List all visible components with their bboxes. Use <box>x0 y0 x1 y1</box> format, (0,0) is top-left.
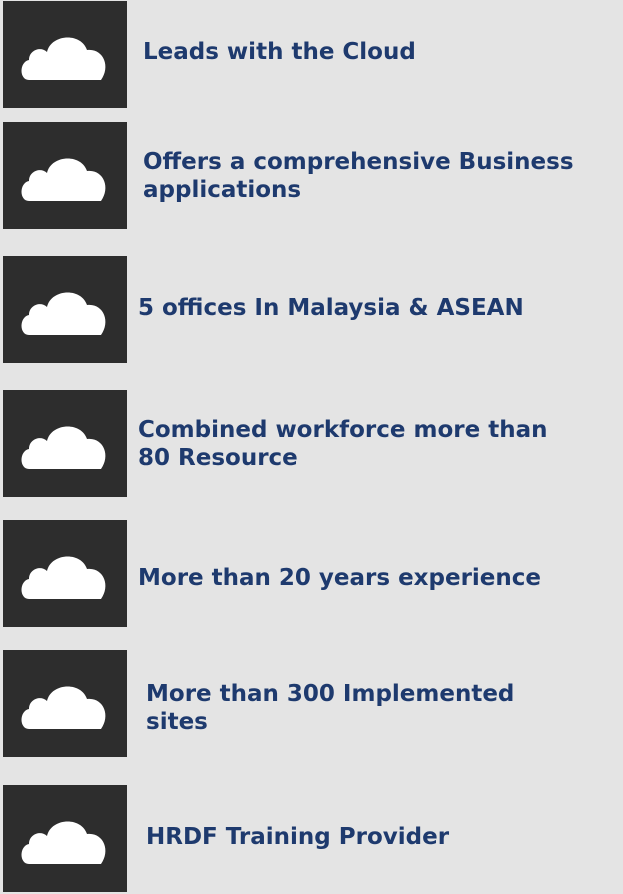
feature-label: HRDF Training Provider <box>146 823 449 851</box>
feature-item: More than 20 years experience <box>0 518 623 630</box>
feature-label: Combined workforce more than 80 Resource <box>138 416 548 472</box>
feature-label-line: 80 Resource <box>138 445 298 471</box>
icon-tile <box>3 122 127 229</box>
feature-label: More than 300 Implemented sites <box>146 680 514 736</box>
icon-tile <box>3 520 127 627</box>
feature-item: HRDF Training Provider <box>0 782 623 894</box>
feature-label-line: HRDF Training Provider <box>146 824 450 850</box>
feature-label-line: 5 offices In Malaysia & ASEAN <box>138 295 524 321</box>
feature-label-line: Leads with the Cloud <box>143 39 416 65</box>
feature-item: Combined workforce more than 80 Resource <box>0 388 623 500</box>
feature-item: 5 offices In Malaysia & ASEAN <box>0 254 623 366</box>
cloud-icon <box>21 821 106 864</box>
feature-label-line: More than 300 Implemented <box>146 681 515 707</box>
cloud-icon <box>21 292 106 335</box>
feature-label: More than 20 years experience <box>138 564 541 592</box>
feature-item: Offers a comprehensive Business applicat… <box>0 120 623 232</box>
feature-label-line: Offers a comprehensive Business <box>143 149 574 175</box>
feature-label-line: More than 20 years experience <box>138 565 542 591</box>
feature-item: Leads with the Cloud <box>0 0 623 110</box>
feature-label: Leads with the Cloud <box>143 38 416 66</box>
cloud-icon <box>21 426 106 469</box>
cloud-icon <box>21 686 106 729</box>
cloud-icon <box>21 37 106 80</box>
icon-tile <box>3 256 127 363</box>
feature-label-line: sites <box>146 709 208 735</box>
feature-list-page: { "items": [ {"icon": "cloud-icon", "lab… <box>0 0 623 894</box>
feature-label: 5 offices In Malaysia & ASEAN <box>138 294 524 322</box>
icon-tile <box>3 390 127 497</box>
feature-item: More than 300 Implemented sites <box>0 648 623 760</box>
cloud-icon <box>21 556 106 599</box>
icon-tile <box>3 785 127 892</box>
icon-tile <box>3 650 127 757</box>
feature-label: Offers a comprehensive Business applicat… <box>143 148 574 204</box>
icon-tile <box>3 1 127 108</box>
feature-label-line: Combined workforce more than <box>138 417 548 443</box>
feature-label-line: applications <box>143 177 302 203</box>
cloud-icon <box>21 158 106 201</box>
